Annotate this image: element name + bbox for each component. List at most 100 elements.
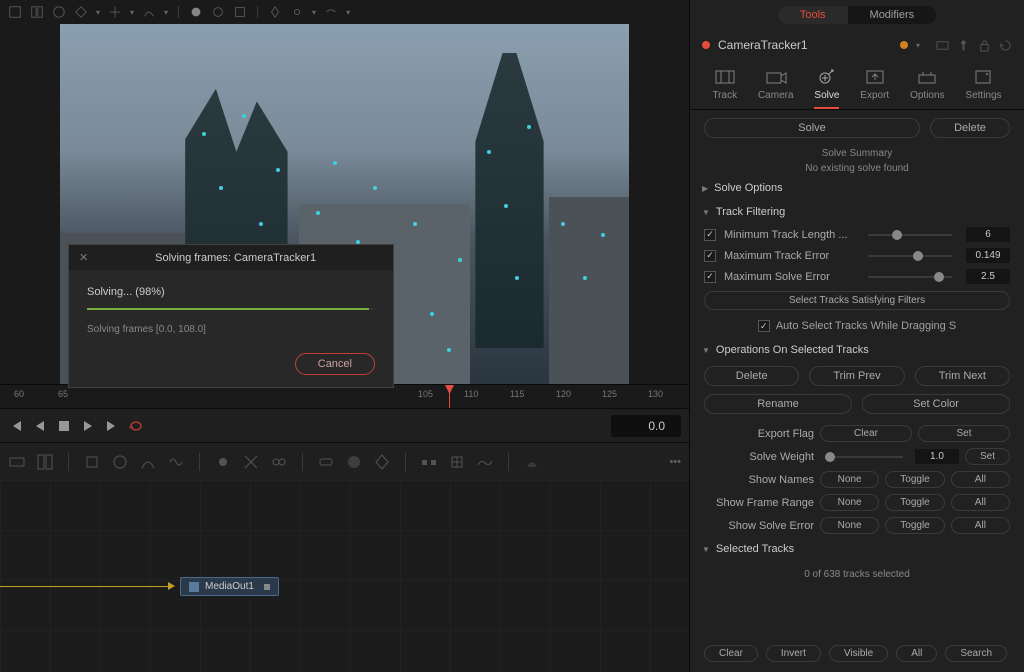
tool-icon[interactable] — [52, 5, 66, 19]
ruler-tick: 130 — [648, 389, 663, 399]
tab-settings[interactable]: Settings — [965, 68, 1001, 109]
set-weight-button[interactable]: Set — [965, 448, 1010, 465]
tool-icon[interactable] — [167, 453, 185, 471]
set-flag-button[interactable]: Set — [918, 425, 1010, 442]
tool-icon[interactable] — [373, 453, 391, 471]
frame-toggle-button[interactable]: Toggle — [885, 494, 944, 511]
reset-icon[interactable] — [999, 39, 1012, 52]
select-satisfying-button[interactable]: Select Tracks Satisfying Filters — [704, 291, 1010, 310]
pin-icon[interactable] — [957, 39, 970, 52]
section-selected-tracks[interactable]: ▼Selected Tracks — [690, 537, 1024, 561]
tool-icon[interactable] — [36, 453, 54, 471]
tool-icon[interactable] — [214, 453, 232, 471]
tool-icon[interactable] — [476, 453, 494, 471]
tool-icon[interactable] — [268, 5, 282, 19]
section-solve-options[interactable]: ▶Solve Options — [690, 176, 1024, 200]
last-frame-button[interactable] — [104, 418, 120, 434]
max-solve-err-checkbox[interactable] — [704, 271, 716, 283]
tool-icon[interactable] — [233, 5, 247, 19]
clear-flag-button[interactable]: Clear — [820, 425, 912, 442]
loop-button[interactable] — [128, 418, 144, 434]
op-trim-prev-button[interactable]: Trim Prev — [809, 366, 904, 386]
tab-tools[interactable]: Tools — [778, 6, 848, 24]
stop-button[interactable] — [56, 418, 72, 434]
solve-err-none-button[interactable]: None — [820, 517, 879, 534]
max-track-err-value[interactable]: 0.149 — [966, 248, 1010, 263]
overflow-menu[interactable]: ••• — [669, 456, 681, 468]
tab-export[interactable]: Export — [860, 68, 889, 109]
tab-camera[interactable]: Camera — [758, 68, 794, 109]
op-delete-button[interactable]: Delete — [704, 366, 799, 386]
tool-icon[interactable] — [8, 453, 26, 471]
cancel-button[interactable]: Cancel — [295, 353, 375, 375]
frame-none-button[interactable]: None — [820, 494, 879, 511]
all-selection-button[interactable]: All — [896, 645, 937, 662]
play-reverse-button[interactable] — [32, 418, 48, 434]
tool-icon[interactable] — [108, 5, 122, 19]
names-none-button[interactable]: None — [820, 471, 879, 488]
search-button[interactable]: Search — [945, 645, 1007, 662]
names-all-button[interactable]: All — [951, 471, 1010, 488]
tab-track[interactable]: Track — [712, 68, 737, 109]
tool-icon[interactable] — [242, 453, 260, 471]
tool-icon[interactable] — [111, 453, 129, 471]
max-track-err-slider[interactable] — [868, 255, 952, 257]
solving-status: Solving... (98%) — [87, 286, 375, 298]
export-flag-label: Export Flag — [704, 428, 814, 440]
delete-button[interactable]: Delete — [930, 118, 1010, 138]
clear-selection-button[interactable]: Clear — [704, 645, 758, 662]
solve-err-all-button[interactable]: All — [951, 517, 1010, 534]
solve-button[interactable]: Solve — [704, 118, 920, 138]
tool-icon[interactable] — [83, 453, 101, 471]
op-rename-button[interactable]: Rename — [704, 394, 852, 414]
section-track-filtering[interactable]: ▼Track Filtering — [690, 200, 1024, 224]
op-set-color-button[interactable]: Set Color — [862, 394, 1010, 414]
node-color-dot — [702, 41, 710, 49]
tool-icon[interactable] — [345, 453, 363, 471]
solve-weight-slider[interactable] — [826, 456, 903, 458]
section-operations[interactable]: ▼Operations On Selected Tracks — [690, 338, 1024, 362]
solve-err-toggle-button[interactable]: Toggle — [885, 517, 944, 534]
lock-icon[interactable] — [978, 39, 991, 52]
media-out-node[interactable]: MediaOut1 — [180, 577, 279, 596]
visible-selection-button[interactable]: Visible — [829, 645, 888, 662]
tab-solve[interactable]: Solve — [814, 68, 839, 109]
auto-select-checkbox[interactable] — [758, 320, 770, 332]
play-button[interactable] — [80, 418, 96, 434]
tool-icon[interactable] — [448, 453, 466, 471]
min-length-slider[interactable] — [868, 234, 952, 236]
invert-selection-button[interactable]: Invert — [766, 645, 821, 662]
max-track-err-checkbox[interactable] — [704, 250, 716, 262]
tool-icon[interactable] — [8, 5, 22, 19]
tool-icon[interactable] — [420, 453, 438, 471]
tool-icon[interactable] — [74, 5, 88, 19]
max-solve-err-slider[interactable] — [868, 276, 952, 278]
max-solve-err-value[interactable]: 2.5 — [966, 269, 1010, 284]
frame-all-button[interactable]: All — [951, 494, 1010, 511]
min-length-checkbox[interactable] — [704, 229, 716, 241]
tool-icon[interactable] — [142, 5, 156, 19]
tool-icon[interactable] — [290, 5, 304, 19]
inspector-panel: Tools Modifiers CameraTracker1 ▾ Track C… — [689, 0, 1024, 672]
tool-icon[interactable] — [317, 453, 335, 471]
tool-icon[interactable] — [324, 5, 338, 19]
tab-options[interactable]: Options — [910, 68, 944, 109]
tool-icon[interactable] — [30, 5, 44, 19]
tool-icon[interactable] — [139, 453, 157, 471]
tool-icon[interactable] — [270, 453, 288, 471]
names-toggle-button[interactable]: Toggle — [885, 471, 944, 488]
solving-dialog: ✕ Solving frames: CameraTracker1 Solving… — [68, 244, 394, 388]
close-icon[interactable]: ✕ — [79, 251, 88, 264]
min-length-value[interactable]: 6 — [966, 227, 1010, 242]
first-frame-button[interactable] — [8, 418, 24, 434]
playhead[interactable] — [449, 385, 450, 408]
op-trim-next-button[interactable]: Trim Next — [915, 366, 1010, 386]
tool-icon[interactable] — [523, 453, 541, 471]
current-frame[interactable]: 0.0 — [611, 415, 681, 437]
solve-weight-value[interactable]: 1.0 — [915, 449, 959, 464]
node-graph[interactable]: MediaOut1 — [0, 480, 689, 672]
tool-icon[interactable] — [211, 5, 225, 19]
viewer-icon[interactable] — [936, 39, 949, 52]
tool-icon[interactable] — [189, 5, 203, 19]
tab-modifiers[interactable]: Modifiers — [848, 6, 937, 24]
